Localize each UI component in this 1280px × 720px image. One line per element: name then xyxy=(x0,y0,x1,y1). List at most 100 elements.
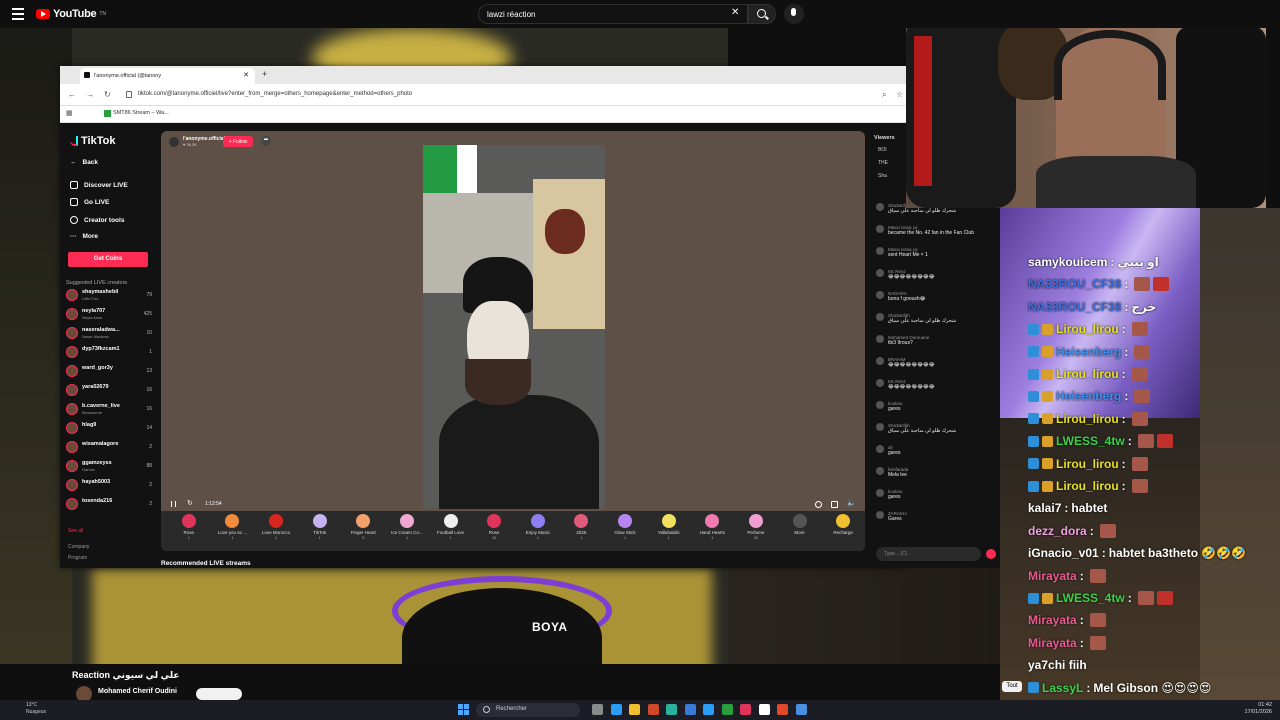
gift-item[interactable]: Yallahabibi 1 xyxy=(647,511,691,551)
taskbar-app-icon[interactable] xyxy=(703,704,714,715)
gift-item[interactable]: Finger Heart 5 xyxy=(342,511,386,551)
youtube-logo[interactable]: YouTube TN xyxy=(36,8,106,20)
browser-tab[interactable]: l'anonyme.official (@lanony ✕ xyxy=(80,68,255,84)
gift-item[interactable]: More xyxy=(778,511,822,551)
taskbar-app-icon[interactable] xyxy=(666,704,677,715)
chat-avatar[interactable] xyxy=(876,247,884,255)
back-arrow-icon[interactable]: ← xyxy=(68,90,76,99)
creator-item[interactable]: hayah5003 2 xyxy=(66,478,152,493)
windows-start-icon[interactable] xyxy=(458,704,469,715)
voice-search-icon[interactable] xyxy=(784,4,804,24)
zoom-icon[interactable]: ⌕ xyxy=(882,90,886,100)
creator-item[interactable]: hlag9 14 xyxy=(66,421,152,436)
bookmark-item[interactable]: SMT86 Stream – Wa... xyxy=(104,110,169,117)
taskbar-app-icon[interactable] xyxy=(795,704,807,715)
taskbar-app-icon[interactable] xyxy=(610,704,622,715)
taskbar-app-icon[interactable] xyxy=(629,704,640,715)
chat-avatar[interactable] xyxy=(876,203,884,211)
pause-icon[interactable] xyxy=(171,501,176,507)
nav-go-live[interactable]: Go LIVE xyxy=(70,198,109,206)
record-icon[interactable] xyxy=(815,501,822,508)
gift-item[interactable]: 2026 1 xyxy=(560,511,604,551)
chat-avatar[interactable] xyxy=(876,401,884,409)
chat-avatar[interactable] xyxy=(876,379,884,387)
gift-item[interactable]: Recharge xyxy=(821,511,865,551)
search-input[interactable]: lawzi réaction xyxy=(478,4,748,24)
taskbar-app-icon[interactable] xyxy=(647,704,659,715)
forward-arrow-icon[interactable]: → xyxy=(86,90,94,99)
gift-item[interactable]: Ice Cream Co... 1 xyxy=(385,511,429,551)
close-tab-icon[interactable]: ✕ xyxy=(243,71,249,79)
viewer-item[interactable]: BOI xyxy=(878,147,887,153)
creator-item[interactable]: b.caverne_live Biocaverne 16 xyxy=(66,402,152,417)
gift-item[interactable]: Rose 10 xyxy=(472,511,516,551)
taskbar-app-icon[interactable] xyxy=(684,704,696,715)
subscribe-button[interactable] xyxy=(196,688,242,700)
get-coins-button[interactable]: Get Coins xyxy=(68,252,148,267)
fullscreen-icon[interactable] xyxy=(831,501,838,508)
volume-icon[interactable]: 🔈 xyxy=(847,499,856,507)
tiktok-logo[interactable]: TikTok xyxy=(70,135,115,147)
follow-button[interactable]: + Follow xyxy=(223,136,253,147)
chat-avatar[interactable] xyxy=(876,445,884,453)
nav-creator-tools[interactable]: Creator tools xyxy=(70,216,124,224)
chat-avatar[interactable] xyxy=(876,357,884,365)
taskbar-app-icon[interactable] xyxy=(740,704,751,715)
reload-icon[interactable]: ↻ xyxy=(104,90,111,99)
site-info-icon[interactable] xyxy=(126,91,132,98)
channel-name[interactable]: Mohamed Cherif Oudini xyxy=(72,686,177,702)
share-icon[interactable]: ➦ xyxy=(261,136,271,146)
host-info[interactable]: l'anonyme.official ♥ 36.3K xyxy=(169,136,225,147)
refresh-icon[interactable]: ↻ xyxy=(187,499,193,507)
system-clock[interactable]: 01:42 17/01/2026 xyxy=(1228,702,1272,716)
creator-item[interactable]: wisamalagore 2 xyxy=(66,440,152,455)
gift-item[interactable]: Football Love 1 xyxy=(429,511,473,551)
gift-item[interactable]: Love you so ... 1 xyxy=(211,511,255,551)
taskbar-app-icon[interactable] xyxy=(777,704,788,715)
chat-avatar[interactable] xyxy=(876,225,884,233)
host-avatar[interactable] xyxy=(169,136,179,147)
filter-chip-all[interactable]: Tout xyxy=(1002,681,1022,692)
gift-item[interactable]: Glow Stick 1 xyxy=(603,511,647,551)
chat-avatar[interactable] xyxy=(876,313,884,321)
chat-avatar[interactable] xyxy=(876,423,884,431)
taskbar-search[interactable]: Rechercher xyxy=(476,703,580,717)
chat-avatar[interactable] xyxy=(876,489,884,497)
chat-input[interactable]: Type... (C) xyxy=(876,547,981,561)
live-video[interactable] xyxy=(423,145,605,509)
send-icon[interactable] xyxy=(986,549,996,559)
gift-item[interactable]: Love Morocco 1 xyxy=(254,511,298,551)
taskbar-app-icon[interactable] xyxy=(758,704,770,715)
creator-item[interactable]: ggamzeyss Gamze 88 xyxy=(66,459,152,474)
weather-widget[interactable]: 13°C Nuageux xyxy=(26,702,46,716)
gift-item[interactable]: Perfume 20 xyxy=(734,511,778,551)
footer-company[interactable]: Company xyxy=(68,544,89,550)
gift-item[interactable]: Rose 1 xyxy=(167,511,211,551)
chat-avatar[interactable] xyxy=(876,467,884,475)
footer-program[interactable]: Program xyxy=(68,555,87,561)
creator-item[interactable]: shaymashebil Little Fox 79 xyxy=(66,288,152,303)
chat-avatar[interactable] xyxy=(876,269,884,277)
gift-item[interactable]: Hand Hearts 1 xyxy=(691,511,735,551)
chat-avatar[interactable] xyxy=(876,291,884,299)
bookmark-star-icon[interactable]: ☆ xyxy=(896,90,903,99)
search-button[interactable] xyxy=(748,4,776,24)
creator-item[interactable]: neyla707 Neyla Asmr 425 xyxy=(66,307,152,322)
creator-item[interactable]: dyp73fkzcam1 1 xyxy=(66,345,152,360)
see-all-link[interactable]: See all xyxy=(68,528,83,534)
creator-item[interactable]: naseraladwa... Naser Aladwan 10 xyxy=(66,326,152,341)
clear-search-icon[interactable]: ✕ xyxy=(731,7,739,18)
chat-avatar[interactable] xyxy=(876,335,884,343)
creator-item[interactable]: ward_gor3y 13 xyxy=(66,364,152,379)
apps-grid-icon[interactable]: ▦ xyxy=(66,109,73,117)
address-bar[interactable]: tiktok.com/@lanonyme.officiel/live?enter… xyxy=(122,88,882,102)
taskbar-app-icon[interactable] xyxy=(721,704,733,715)
gift-item[interactable]: TikTok 1 xyxy=(298,511,342,551)
nav-back[interactable]: ← Back xyxy=(70,159,98,166)
new-tab-icon[interactable]: + xyxy=(262,69,267,79)
taskbar-app-icon[interactable] xyxy=(592,704,603,715)
creator-item[interactable]: yara02679 16 xyxy=(66,383,152,398)
nav-discover-live[interactable]: Discover LIVE xyxy=(70,181,128,189)
creator-item[interactable]: tosenda216 2 xyxy=(66,497,152,512)
viewer-item[interactable]: Sha xyxy=(878,173,887,179)
